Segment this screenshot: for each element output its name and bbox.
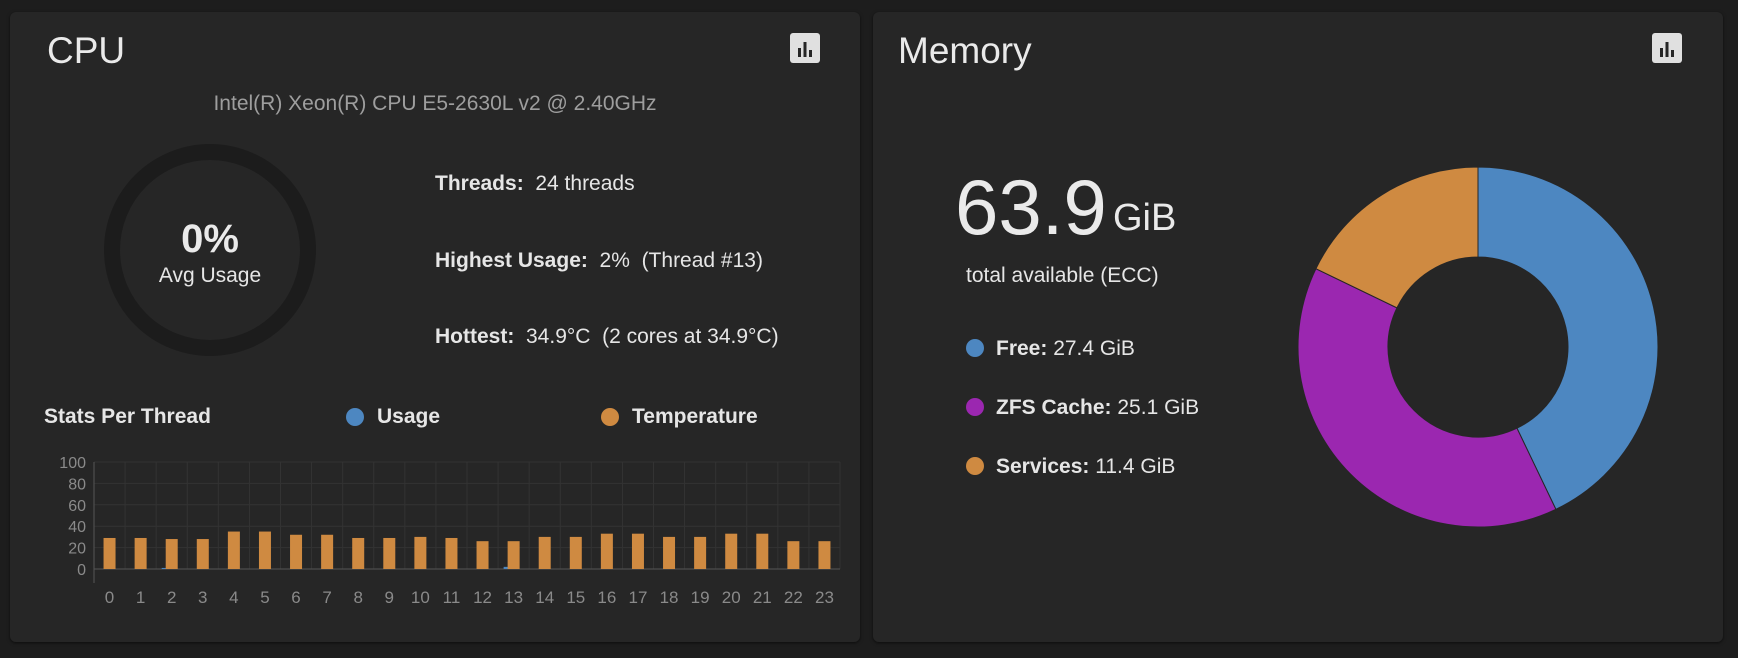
temperature-bar <box>538 536 551 569</box>
x-tick-label: 7 <box>322 588 331 607</box>
temperature-legend-label[interactable]: Temperature <box>632 405 758 429</box>
temperature-bar <box>258 531 271 569</box>
services-value: 11.4 GiB <box>1095 455 1176 478</box>
x-tick-label: 4 <box>229 588 238 607</box>
x-tick-label: 22 <box>784 588 803 607</box>
x-tick-label: 23 <box>815 588 834 607</box>
legend-services: Services: 11.4 GiB <box>966 455 1175 479</box>
stats-per-thread-label: Stats Per Thread <box>44 405 211 428</box>
bar-chart-icon <box>798 42 812 57</box>
temperature-bar <box>600 533 613 569</box>
temperature-bar <box>227 531 240 569</box>
zfs-cache-label: ZFS Cache: <box>996 396 1112 419</box>
memory-total-value: 63.9 <box>955 163 1107 251</box>
temperature-bar <box>196 539 209 569</box>
x-tick-label: 0 <box>105 588 114 607</box>
thread-stats-chart: 0204060801000 1 2 3 4 5 6 7 8 9 10 11 12 13 14 15 16 17 18… <box>59 455 841 607</box>
x-tick-label: 16 <box>597 588 616 607</box>
temperature-bar <box>663 536 676 569</box>
temperature-legend-dot <box>601 408 619 426</box>
x-tick-label: 6 <box>291 588 300 607</box>
highest-usage-label: Highest Usage: <box>435 249 588 272</box>
temperature-bar <box>290 534 303 569</box>
y-tick-label: 60 <box>68 498 86 515</box>
y-tick-label: 100 <box>59 455 86 472</box>
temperature-bar <box>694 536 707 569</box>
services-dot <box>966 457 984 475</box>
free-value: 27.4 GiB <box>1053 337 1135 360</box>
avg-usage-value: 0% <box>181 217 239 261</box>
temperature-bar <box>507 541 520 569</box>
usage-legend-dot <box>346 408 364 426</box>
memory-chart-button[interactable] <box>1652 33 1682 63</box>
temperature-bar <box>787 541 800 569</box>
memory-donut-chart <box>1297 166 1659 528</box>
x-tick-label: 5 <box>260 588 269 607</box>
threads-stat: Threads: 24 threads <box>435 172 635 196</box>
zfs-cache-slice <box>1297 268 1557 528</box>
zfs-cache-value: 25.1 GiB <box>1117 396 1200 419</box>
y-tick-label: 40 <box>68 519 86 536</box>
x-tick-label: 18 <box>660 588 679 607</box>
free-dot <box>966 339 984 357</box>
cpu-card: CPU Intel(R) Xeon(R) CPU E5-2630L v2 @ 2… <box>10 12 860 642</box>
temperature-bar <box>476 541 489 569</box>
x-tick-label: 2 <box>167 588 176 607</box>
temperature-bar <box>818 541 831 569</box>
y-tick-label: 20 <box>68 541 86 558</box>
temperature-bar <box>383 537 396 569</box>
x-tick-label: 9 <box>385 588 394 607</box>
memory-card: Memory 63.9 GiB total available (ECC) Fr… <box>873 12 1723 642</box>
y-tick-label: 0 <box>77 562 86 579</box>
legend-zfs-cache: ZFS Cache: 25.1 GiB <box>966 396 1199 420</box>
cpu-title: CPU <box>47 30 126 71</box>
temperature-bar <box>165 539 178 569</box>
memory-total-unit: GiB <box>1113 197 1177 239</box>
threads-value: 24 threads <box>535 172 635 195</box>
free-label: Free: <box>996 337 1048 360</box>
temperature-bar <box>321 534 334 569</box>
x-tick-label: 15 <box>566 588 585 607</box>
y-tick-label: 80 <box>68 476 86 493</box>
x-tick-label: 13 <box>504 588 523 607</box>
x-tick-label: 8 <box>353 588 362 607</box>
x-tick-label: 12 <box>473 588 492 607</box>
x-tick-label: 19 <box>691 588 710 607</box>
memory-total-caption: total available (ECC) <box>966 264 1159 287</box>
cpu-model: Intel(R) Xeon(R) CPU E5-2630L v2 @ 2.40G… <box>213 92 657 115</box>
temperature-bar <box>445 537 458 569</box>
usage-legend-label[interactable]: Usage <box>377 405 440 429</box>
x-tick-label: 11 <box>443 588 461 607</box>
x-tick-label: 1 <box>136 588 145 607</box>
bar-chart-icon <box>1660 42 1674 57</box>
temperature-bar <box>756 533 769 569</box>
temperature-bar <box>631 533 644 569</box>
x-tick-label: 14 <box>535 588 554 607</box>
x-tick-label: 21 <box>753 588 772 607</box>
hottest-value: 34.9°C (2 cores at 34.9°C) <box>526 325 779 348</box>
hottest-stat: Hottest: 34.9°C (2 cores at 34.9°C) <box>435 325 779 349</box>
memory-title: Memory <box>898 30 1032 71</box>
services-label: Services: <box>996 455 1090 478</box>
x-tick-label: 3 <box>198 588 207 607</box>
legend-free: Free: 27.4 GiB <box>966 337 1135 361</box>
temperature-bar <box>725 533 738 569</box>
temperature-bar <box>414 536 427 569</box>
temperature-bar <box>569 536 582 569</box>
temperature-bar <box>352 537 365 569</box>
avg-usage-label: Avg Usage <box>158 264 262 287</box>
highest-usage-stat: Highest Usage: 2% (Thread #13) <box>435 249 763 273</box>
hottest-label: Hottest: <box>435 325 515 348</box>
x-tick-label: 10 <box>411 588 430 607</box>
cpu-chart-button[interactable] <box>790 33 820 63</box>
threads-label: Threads: <box>435 172 524 195</box>
zfs-cache-dot <box>966 398 984 416</box>
highest-usage-value: 2% (Thread #13) <box>599 249 763 272</box>
temperature-bar <box>134 537 147 569</box>
x-tick-label: 20 <box>722 588 741 607</box>
x-tick-label: 17 <box>628 588 647 607</box>
temperature-bar <box>103 537 116 569</box>
